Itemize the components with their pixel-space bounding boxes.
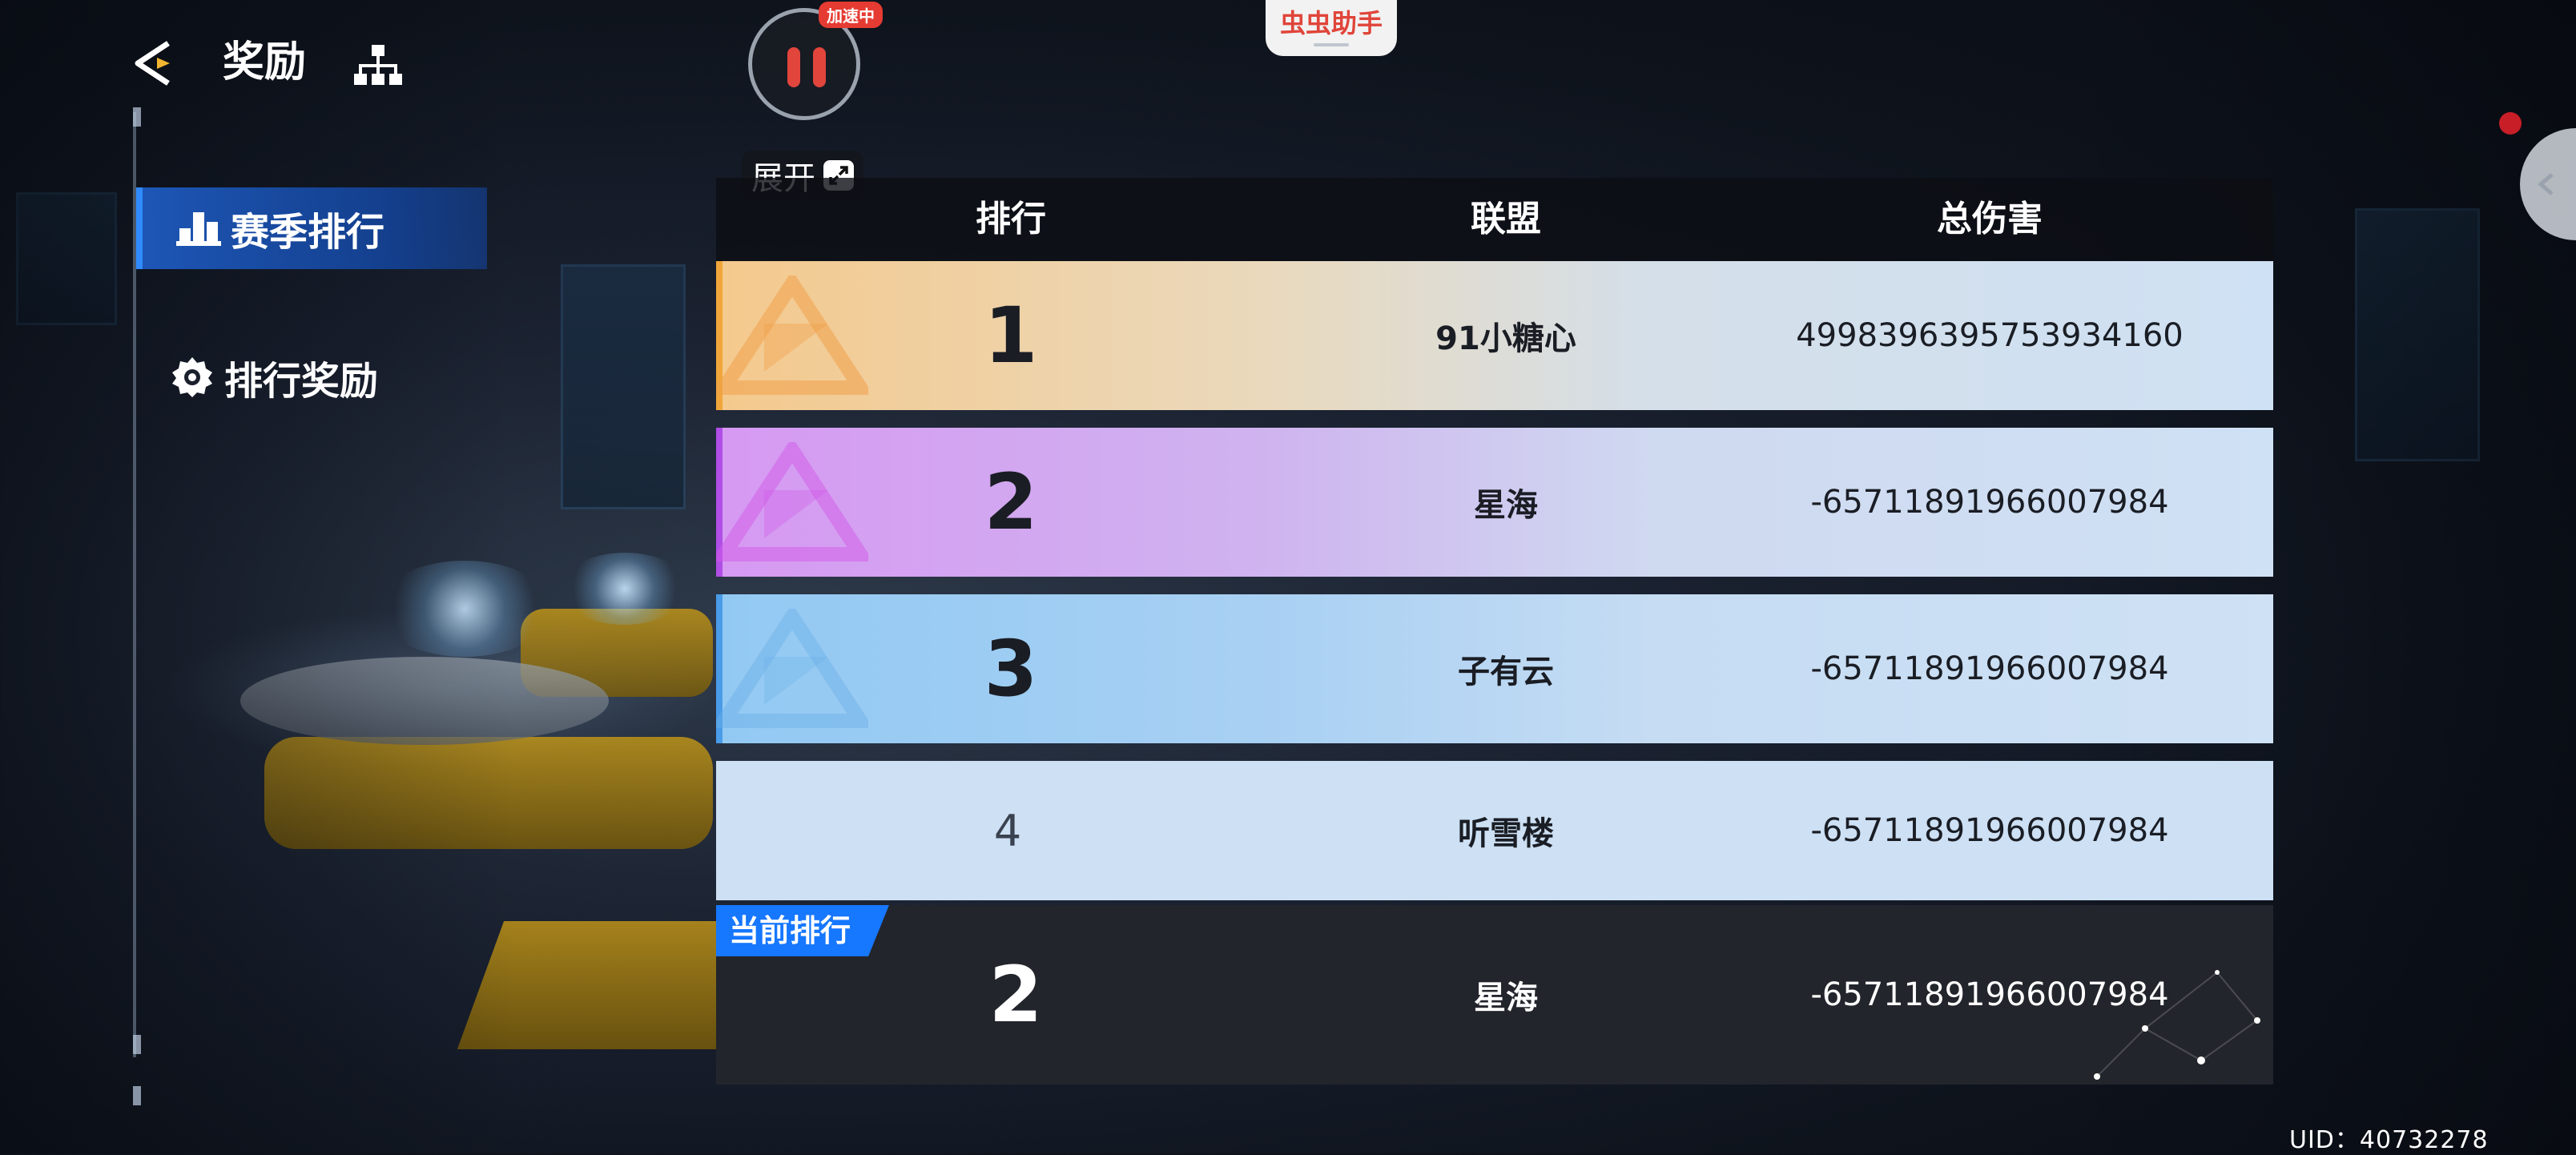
rank-cell: 4	[716, 761, 1299, 900]
damage-cell: -65711891966007984	[1706, 594, 2273, 743]
alliance-cell: 听雪楼	[1306, 761, 1706, 900]
rank-value: 3	[984, 624, 1038, 714]
alliance-name: 星海	[1474, 980, 1538, 1016]
chevron-left-icon	[2538, 173, 2554, 195]
alliance-cell: 91小糖心	[1306, 261, 1706, 410]
total-damage: -65711891966007984	[1810, 650, 2169, 687]
table-header: 排行 联盟 总伤害	[716, 178, 2273, 261]
alliance-cell: 子有云	[1306, 594, 1706, 743]
rank-value: 1	[984, 291, 1038, 380]
damage-cell: 4998396395753934160	[1706, 261, 2273, 410]
rank-value: 2	[984, 457, 1038, 547]
sidebar-rail-tick	[133, 107, 141, 127]
page-title: 奖励	[223, 38, 307, 87]
total-damage: -65711891966007984	[1810, 812, 2169, 849]
table-row[interactable]: 3 子有云 -65711891966007984	[716, 594, 2273, 743]
sidebar-item-label: 赛季排行	[231, 210, 385, 255]
rank-cell: 1	[716, 261, 1306, 410]
rank-cell: 3	[716, 594, 1306, 743]
total-damage: -65711891966007984	[1810, 484, 2169, 521]
damage-cell: -65711891966007984	[1706, 428, 2273, 577]
alliance-name: 子有云	[1458, 654, 1554, 690]
table-row[interactable]: 2 星海 -65711891966007984	[716, 428, 2273, 577]
sidebar-item-season-ranking[interactable]: 赛季排行	[136, 187, 487, 269]
hierarchy-icon	[354, 45, 402, 85]
sidebar-rail-tick	[133, 1086, 141, 1105]
alliance-name: 听雪楼	[1458, 815, 1554, 852]
rank-cell: 2	[716, 905, 1315, 1085]
sidebar-rail-tick	[133, 1035, 141, 1054]
back-arrow-icon	[135, 41, 170, 86]
side-drawer-handle[interactable]	[2520, 128, 2576, 240]
back-button[interactable]	[128, 35, 184, 91]
alliance-cell: 星海	[1306, 428, 1706, 577]
total-damage: 4998396395753934160	[1796, 317, 2184, 354]
uid-label: UID：40732278	[2289, 1126, 2489, 1154]
alliance-name: 星海	[1474, 487, 1538, 524]
helper-label: 虫虫助手	[1279, 8, 1383, 38]
podium-icon	[175, 204, 223, 252]
rank-value: 4	[993, 805, 1022, 856]
total-damage: -65711891966007984	[1810, 976, 2169, 1013]
column-header-alliance: 联盟	[1471, 199, 1541, 239]
alliance-cell: 星海	[1306, 905, 1706, 1085]
hierarchy-button[interactable]	[352, 42, 404, 90]
helper-tab[interactable]: 虫虫助手	[1266, 0, 1397, 56]
sidebar-item-ranking-rewards[interactable]: 排行奖励	[136, 336, 481, 418]
alliance-name: 91小糖心	[1435, 320, 1576, 357]
pause-icon-bar	[813, 47, 826, 87]
damage-cell: -65711891966007984	[1706, 905, 2273, 1085]
table-row[interactable]: 1 91小糖心 4998396395753934160	[716, 261, 2273, 410]
rank-cell: 2	[716, 428, 1306, 577]
current-ranking-row: 当前排行 2 星海 -65711891966007984	[716, 905, 2273, 1085]
notification-dot	[2499, 112, 2522, 135]
gear-badge-icon	[168, 353, 216, 401]
speed-badge: 加速中	[819, 2, 883, 28]
table-row[interactable]: 4 听雪楼 -65711891966007984	[716, 761, 2273, 900]
sidebar-item-label: 排行奖励	[224, 359, 379, 404]
column-header-rank: 排行	[976, 199, 1046, 239]
column-header-damage: 总伤害	[1937, 199, 2043, 239]
damage-cell: -65711891966007984	[1706, 761, 2273, 900]
rank-value: 2	[988, 950, 1043, 1040]
pause-icon-bar	[787, 47, 800, 87]
